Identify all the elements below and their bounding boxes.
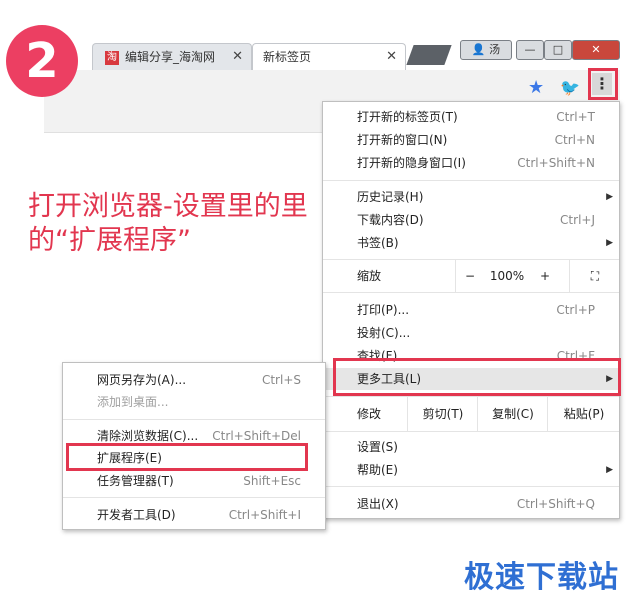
bookmark-star-icon[interactable]: ★: [528, 77, 544, 98]
menu-item-label: 缩放: [357, 269, 382, 283]
menu-item-label: 设置(S): [357, 440, 398, 454]
menu-divider: [323, 486, 619, 487]
instruction-text: 打开浏览器-设置里的里的“扩展程序”: [28, 191, 308, 256]
close-window-button[interactable]: ✕: [572, 40, 620, 60]
fullscreen-icon[interactable]: ⛶: [569, 260, 620, 292]
submenu-item-add-to-desktop: 添加到桌面...: [63, 391, 325, 413]
menu-item-label: 下载内容(D): [357, 213, 424, 227]
menu-item-label: 打印(P)...: [357, 303, 410, 317]
menu-item-shortcut: Shift+Esc: [243, 474, 301, 488]
user-profile-button[interactable]: 👤 汤: [460, 40, 512, 60]
submenu-item-save-page[interactable]: 网页另存为(A)... Ctrl+S: [63, 369, 325, 391]
zoom-out-button[interactable]: −: [455, 260, 484, 292]
menu-item-edit: 修改 剪切(T) 复制(C) 粘贴(P): [323, 397, 619, 431]
zoom-in-button[interactable]: +: [531, 260, 559, 292]
submenu-arrow-icon: ▶: [606, 238, 613, 248]
extensions-highlight: [66, 443, 308, 471]
menu-item-history[interactable]: 历史记录(H) ▶: [323, 186, 619, 208]
menu-divider: [63, 497, 325, 498]
menu-item-label: 书签(B): [357, 236, 399, 250]
tab-new-tab[interactable]: 新标签页 ✕: [252, 43, 406, 70]
menu-item-downloads[interactable]: 下载内容(D) Ctrl+J: [323, 209, 619, 231]
menu-item-shortcut: Ctrl+S: [261, 373, 301, 387]
menu-item-cast[interactable]: 投射(C)...: [323, 322, 619, 344]
menu-item-shortcut: Ctrl+Shift+N: [517, 156, 595, 170]
menu-divider: [323, 431, 619, 432]
menu-item-shortcut: Ctrl+P: [556, 303, 595, 317]
menu-item-new-tab[interactable]: 打开新的标签页(T) Ctrl+T: [323, 106, 619, 128]
menu-divider: [323, 180, 619, 181]
menu-item-shortcut: Ctrl+J: [560, 213, 595, 227]
user-name: 汤: [489, 43, 501, 56]
tab-taobao[interactable]: 淘编辑分享_海淘网 ✕: [92, 43, 252, 70]
menu-item-label: 添加到桌面...: [97, 395, 169, 409]
menu-button-highlight: [588, 68, 618, 100]
menu-item-shortcut: Ctrl+T: [556, 110, 595, 124]
menu-item-zoom: 缩放 − 100% + ⛶: [323, 260, 619, 292]
menu-item-label: 开发者工具(D): [97, 508, 176, 522]
submenu-arrow-icon: ▶: [606, 465, 613, 475]
window-controls: 👤 汤 — □ ✕: [460, 40, 620, 60]
menu-item-label: 任务管理器(T): [97, 474, 174, 488]
menu-item-shortcut: Ctrl+Shift+Q: [516, 497, 595, 511]
menu-item-help[interactable]: 帮助(E) ▶: [323, 459, 619, 481]
menu-item-label: 网页另存为(A)...: [97, 373, 187, 387]
menu-item-print[interactable]: 打印(P)... Ctrl+P: [323, 299, 619, 321]
watermark-logo: 极速下载站: [464, 560, 619, 595]
step-badge: 2: [6, 25, 78, 97]
menu-item-label: 打开新的窗口(N): [357, 133, 448, 147]
chrome-main-menu: 打开新的标签页(T) Ctrl+T 打开新的窗口(N) Ctrl+N 打开新的隐身窗…: [322, 101, 620, 519]
menu-item-label: 历史记录(H): [357, 190, 424, 204]
submenu-arrow-icon: ▶: [606, 192, 613, 202]
new-tab-button[interactable]: [406, 45, 452, 65]
minimize-button[interactable]: —: [516, 40, 544, 60]
close-tab-icon[interactable]: ✕: [232, 44, 243, 70]
menu-divider: [63, 419, 325, 420]
menu-item-shortcut: Ctrl+N: [554, 133, 595, 147]
submenu-item-task-manager[interactable]: 任务管理器(T) Shift+Esc: [63, 470, 325, 492]
menu-item-label: 打开新的隐身窗口(I): [357, 156, 466, 170]
tab-label: 新标签页: [263, 50, 312, 64]
menu-divider: [323, 292, 619, 293]
cut-button[interactable]: 剪切(T): [407, 397, 478, 431]
menu-item-label: 帮助(E): [357, 463, 398, 477]
submenu-item-dev-tools[interactable]: 开发者工具(D) Ctrl+Shift+I: [63, 504, 325, 526]
bookmarks-bar: [44, 106, 324, 133]
menu-item-label: 投射(C)...: [357, 326, 411, 340]
more-tools-highlight: [333, 358, 621, 396]
user-icon: 👤: [471, 43, 486, 56]
menu-item-bookmarks[interactable]: 书签(B) ▶: [323, 232, 619, 254]
tab-label: 编辑分享_海淘网: [125, 50, 216, 64]
menu-item-new-window[interactable]: 打开新的窗口(N) Ctrl+N: [323, 129, 619, 151]
extension-bird-icon[interactable]: 🐦: [560, 78, 580, 97]
menu-item-shortcut: Ctrl+Shift+I: [228, 508, 301, 522]
menu-item-label: 打开新的标签页(T): [357, 110, 458, 124]
close-tab-icon[interactable]: ✕: [386, 44, 397, 70]
menu-item-label: 修改: [357, 407, 382, 421]
zoom-level-value: 100%: [489, 269, 525, 283]
menu-item-label: 退出(X): [357, 497, 399, 511]
copy-button[interactable]: 复制(C): [477, 397, 548, 431]
menu-item-settings[interactable]: 设置(S): [323, 436, 619, 458]
menu-item-exit[interactable]: 退出(X) Ctrl+Shift+Q: [323, 493, 619, 515]
site-favicon-icon: 淘: [105, 50, 119, 65]
menu-item-incognito[interactable]: 打开新的隐身窗口(I) Ctrl+Shift+N: [323, 152, 619, 174]
maximize-button[interactable]: □: [544, 40, 572, 60]
paste-button[interactable]: 粘贴(P): [547, 397, 620, 431]
